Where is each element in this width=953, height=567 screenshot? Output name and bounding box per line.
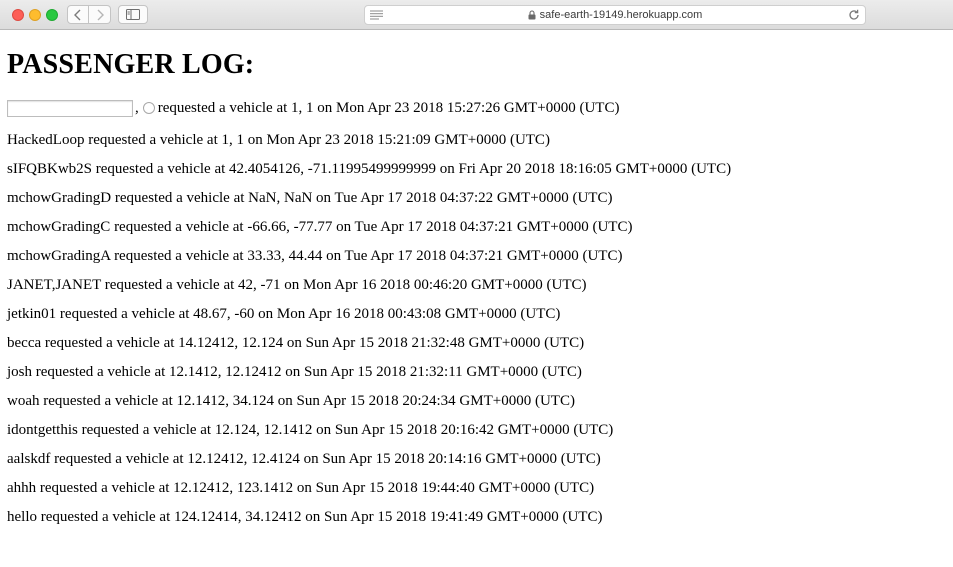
radio-button[interactable] [142,102,155,114]
log-entry: woah requested a vehicle at 12.1412, 34.… [7,393,575,409]
chevron-right-icon [97,9,104,20]
browser-toolbar: safe-earth-19149.herokuapp.com [0,0,953,30]
log-entry: ahhh requested a vehicle at 12.12412, 12… [7,480,595,496]
forward-button[interactable] [89,5,111,24]
log-entry: hello requested a vehicle at 124.12414, … [7,509,603,525]
log-entry: mchowGradingA requested a vehicle at 33.… [7,248,623,264]
log-entry: sIFQBKwb2S requested a vehicle at 42.405… [7,161,732,177]
address-bar[interactable]: safe-earth-19149.herokuapp.com [364,5,866,25]
page-title: PASSENGER LOG: [7,49,255,80]
log-entry: JANET,JANET requested a vehicle at 42, -… [7,277,587,293]
lock-icon [528,10,536,20]
request-form: , requested a vehicle at 1, 1 on Mon Apr… [7,99,619,117]
url-text: safe-earth-19149.herokuapp.com [539,9,703,21]
log-entry: mchowGradingC requested a vehicle at -66… [7,219,633,235]
log-entry: jetkin01 requested a vehicle at 48.67, -… [7,306,561,322]
log-entry: mchowGradingD requested a vehicle at NaN… [7,190,613,206]
close-window-button[interactable] [12,9,24,21]
log-entry: becca requested a vehicle at 14.12412, 1… [7,335,585,351]
fullscreen-window-button[interactable] [46,9,58,21]
username-input[interactable] [7,99,133,117]
url-display: safe-earth-19149.herokuapp.com [365,6,865,24]
form-request-text: requested a vehicle at 1, 1 on Mon Apr 2… [157,99,620,116]
log-entry: aalskdf requested a vehicle at 12.12412,… [7,451,601,467]
chevron-left-icon [74,9,81,20]
reload-icon[interactable] [848,9,860,21]
comma-separator: , [135,99,139,116]
log-entry: idontgetthis requested a vehicle at 12.1… [7,422,614,438]
sidebar-icon [126,9,140,20]
back-button[interactable] [67,5,89,24]
minimize-window-button[interactable] [29,9,41,21]
sidebar-button[interactable] [118,5,148,24]
log-entry: josh requested a vehicle at 12.1412, 12.… [7,364,582,380]
passenger-log-list: HackedLoop requested a vehicle at 1, 1 o… [7,130,731,536]
log-entry: HackedLoop requested a vehicle at 1, 1 o… [7,132,550,148]
